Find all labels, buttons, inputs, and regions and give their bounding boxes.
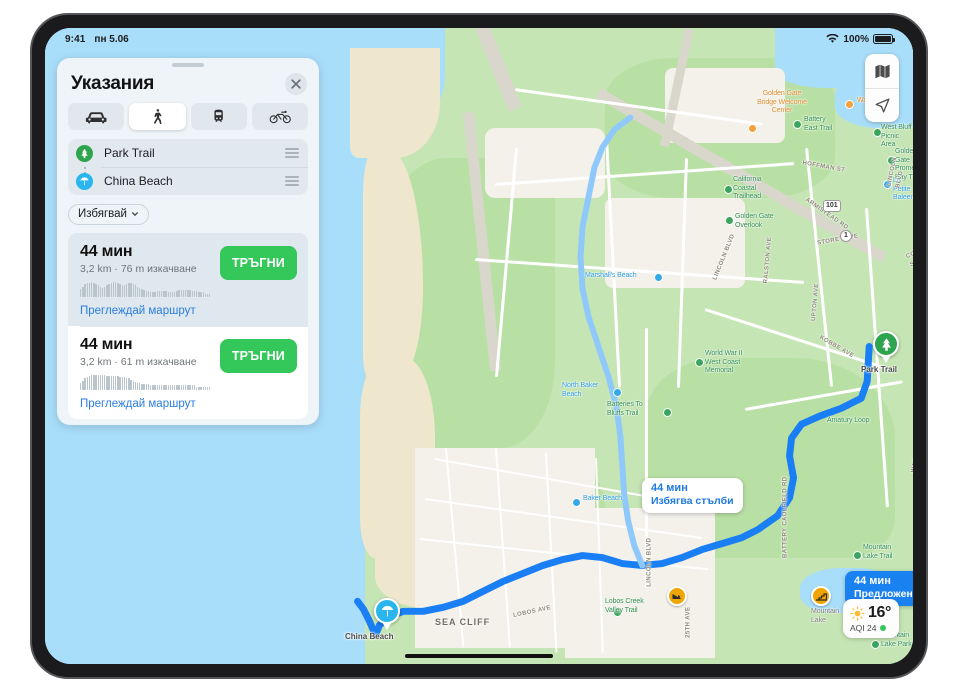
route-options-list: 44 мин 3,2 km · 76 m изкачване ТРЪГНИ Пр… <box>68 233 308 419</box>
walk-icon <box>154 109 162 124</box>
drag-handle-icon[interactable] <box>285 176 299 186</box>
origin-name: Park Trail <box>104 146 155 160</box>
route-badge-slope[interactable] <box>667 586 687 606</box>
map-pin-label-china-beach: China Beach <box>345 632 394 641</box>
map-layers-button[interactable] <box>865 54 899 88</box>
map-controls <box>865 54 899 122</box>
tablet-screen: Warming Hut Golden Gate Bridge Welcome C… <box>45 28 913 664</box>
poi-dot-ggb-welcome <box>748 124 757 133</box>
map-pin-park-trail[interactable] <box>873 331 899 357</box>
battery-icon <box>873 34 895 44</box>
highway-shield-1: 1 <box>840 230 852 242</box>
destination-name: China Beach <box>104 174 173 188</box>
route-callout-avoid-stairs[interactable]: 44 мин Избягва стълби <box>642 478 743 514</box>
poi-dot-mountain-lake-park <box>871 640 880 649</box>
weather-aqi-label: AQI 24 <box>850 623 877 633</box>
highway-shield-101: 101 <box>823 200 841 212</box>
origin-marker-icon <box>76 144 93 162</box>
endpoint-row-destination[interactable]: China Beach <box>68 167 308 195</box>
map-layers-icon <box>874 64 890 78</box>
location-arrow-icon <box>874 98 890 113</box>
slope-icon <box>672 594 682 599</box>
tab-walk[interactable] <box>129 103 186 130</box>
poi-dot-battery-east-trail <box>793 120 802 129</box>
route-card[interactable]: 44 мин 3,2 km · 61 m изкачване ТРЪГНИ Пр… <box>68 326 308 419</box>
poi-dot-west-bluff <box>873 128 882 137</box>
avoid-options-dropdown[interactable]: Избягвай <box>68 204 149 225</box>
destination-marker-icon <box>76 172 93 190</box>
start-route-button[interactable]: ТРЪГНИ <box>219 246 297 280</box>
poi-dot-la-petite-baleen <box>883 180 892 189</box>
weather-widget[interactable]: 16° AQI 24 <box>843 599 899 638</box>
status-time: 9:41 <box>65 33 86 45</box>
elevation-profile-chart <box>80 375 220 390</box>
route-duration: 44 мин <box>80 243 133 260</box>
poi-dot-gg-promenade <box>887 156 896 165</box>
poi-dot-marshalls-beach <box>654 273 663 282</box>
route-card[interactable]: 44 мин 3,2 km · 76 m изкачване ТРЪГНИ Пр… <box>68 233 308 326</box>
battery-percent: 100% <box>843 33 869 45</box>
chevron-down-icon <box>131 212 138 217</box>
poi-dot-california-coastal <box>724 185 733 194</box>
home-indicator[interactable] <box>405 654 553 658</box>
route-details: 3,2 km · 61 m изкачване <box>80 356 197 368</box>
callout-subtitle: Избягва стълби <box>651 495 734 508</box>
aqi-status-dot <box>880 625 887 631</box>
start-route-button[interactable]: ТРЪГНИ <box>219 339 297 373</box>
map-pin-label-park-trail: Park Trail <box>861 365 898 374</box>
avoid-label: Избягвай <box>78 208 127 220</box>
route-details: 3,2 km · 76 m изкачване <box>80 263 197 275</box>
tree-icon <box>81 148 88 158</box>
tab-drive[interactable] <box>68 103 125 130</box>
close-button[interactable] <box>285 73 307 95</box>
status-bar: 9:41 пн 5.06 100% <box>45 28 913 50</box>
route-endpoints: Park Trail China Beach <box>68 139 308 195</box>
car-icon <box>85 112 107 124</box>
beach-umbrella-icon <box>381 605 393 616</box>
elevation-profile-chart <box>80 282 220 297</box>
tree-icon <box>881 337 891 351</box>
route-badge-stairs[interactable] <box>811 586 831 606</box>
tab-cycle[interactable] <box>251 103 308 130</box>
map-pin-china-beach[interactable] <box>374 598 400 624</box>
drag-handle-icon[interactable] <box>285 148 299 158</box>
beach-umbrella-icon <box>80 176 89 185</box>
poi-dot-baker-beach <box>572 498 581 507</box>
callout-duration: 44 мин <box>854 575 891 587</box>
poi-dot-lobos-creek <box>613 608 622 617</box>
wifi-icon <box>826 34 840 43</box>
sun-icon <box>850 605 865 621</box>
poi-dot-batteries-bluffs <box>663 408 672 417</box>
tablet-device-frame: Warming Hut Golden Gate Bridge Welcome C… <box>30 13 928 679</box>
close-icon <box>291 79 301 89</box>
page-title: Указания <box>71 73 155 94</box>
train-icon <box>214 109 223 122</box>
preview-route-link[interactable]: Преглеждай маршрут <box>80 398 297 410</box>
stairs-icon <box>815 593 827 601</box>
locate-me-button[interactable] <box>865 88 899 122</box>
directions-panel: Указания Park Trail China Beach Избягвай… <box>57 58 319 425</box>
callout-duration: 44 мин <box>651 482 688 494</box>
endpoint-row-origin[interactable]: Park Trail <box>68 139 308 179</box>
poi-dot-north-baker-beach <box>613 388 622 397</box>
status-date: пн 5.06 <box>94 33 129 45</box>
route-duration: 44 мин <box>80 336 133 353</box>
transport-mode-tabs <box>57 103 319 139</box>
poi-dot-gg-overlook <box>725 216 734 225</box>
bicycle-icon <box>269 110 291 124</box>
preview-route-link[interactable]: Преглеждай маршрут <box>80 305 297 317</box>
weather-temperature: 16° <box>868 604 891 621</box>
tab-transit[interactable] <box>190 103 247 130</box>
poi-dot-warming-hut <box>845 100 854 109</box>
poi-dot-ww2-memorial <box>695 358 704 367</box>
poi-dot-mountain-lake-trail <box>853 551 862 560</box>
